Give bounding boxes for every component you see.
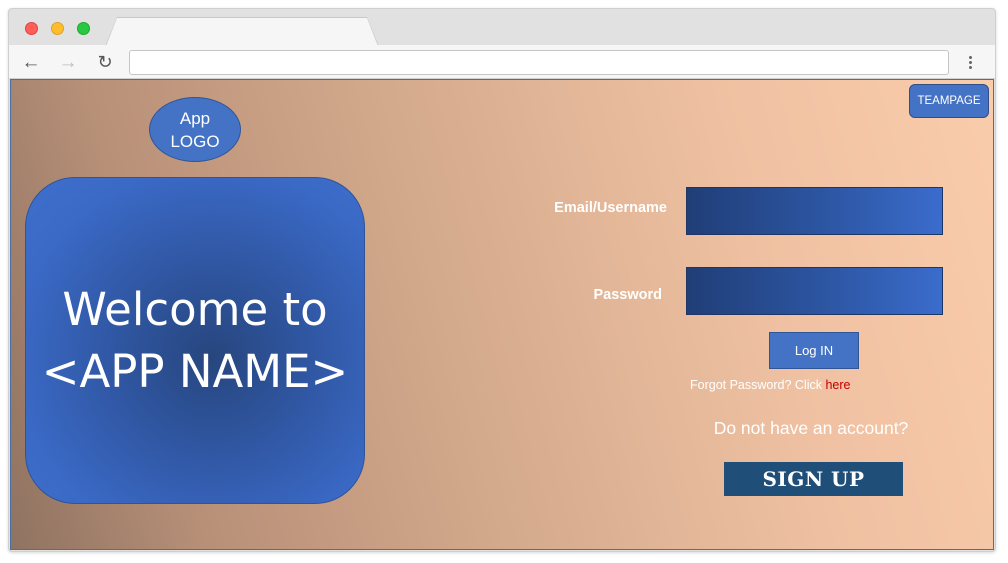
teampage-button[interactable]: TEAMPAGE: [909, 84, 989, 118]
logo-line-2: LOGO: [170, 131, 220, 151]
browser-window: ← → ↻ TEAMPAGE App LOGO Welcome to <APP …: [8, 8, 996, 552]
address-bar[interactable]: [129, 50, 949, 75]
logo-line-1: App: [179, 108, 211, 128]
password-label: Password: [593, 287, 663, 303]
no-account-text: Do not have an account?: [713, 418, 909, 438]
forgot-password-text: Forgot Password? Click here: [690, 378, 950, 392]
welcome-line-2: <APP NAME>: [41, 344, 349, 398]
page-viewport: TEAMPAGE App LOGO Welcome to <APP NAME> …: [10, 79, 994, 550]
maximize-window-button[interactable]: [77, 22, 90, 35]
forward-arrow-icon[interactable]: →: [56, 51, 80, 73]
reload-icon[interactable]: ↻: [93, 51, 117, 73]
welcome-panel: Welcome to <APP NAME>: [25, 177, 365, 504]
signup-button[interactable]: SIGN UP: [724, 462, 903, 496]
back-arrow-icon[interactable]: ←: [19, 51, 43, 73]
app-logo: App LOGO: [149, 97, 241, 162]
minimize-window-button[interactable]: [51, 22, 64, 35]
email-label: Email/Username: [554, 200, 667, 216]
more-vertical-icon[interactable]: [961, 51, 979, 73]
close-window-button[interactable]: [25, 22, 38, 35]
welcome-line-1: Welcome to: [62, 282, 328, 336]
email-field[interactable]: [686, 187, 943, 235]
password-field[interactable]: [686, 267, 943, 315]
browser-toolbar: ← → ↻: [9, 45, 995, 79]
login-button[interactable]: Log IN: [769, 332, 859, 369]
forgot-password-label: Forgot Password? Click: [690, 378, 826, 392]
forgot-password-link[interactable]: here: [825, 378, 850, 392]
